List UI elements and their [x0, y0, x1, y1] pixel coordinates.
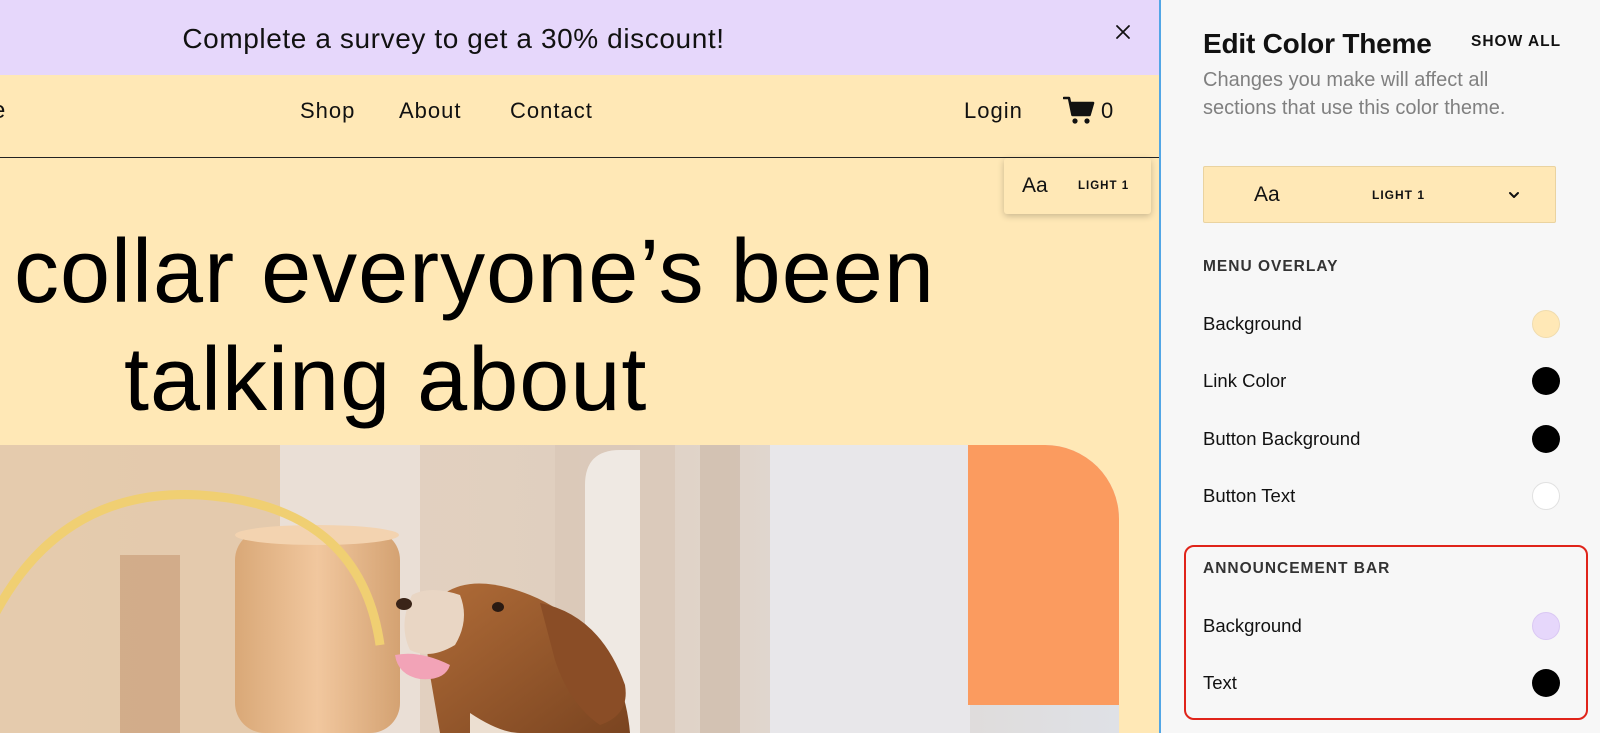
nav-link-shop[interactable]: Shop [300, 75, 355, 158]
nav-link-about[interactable]: About [399, 75, 462, 158]
cart-count: 0 [1101, 98, 1114, 123]
color-row-menu-background[interactable]: Background [1203, 304, 1560, 344]
theme-name: LIGHT 1 [1078, 180, 1130, 192]
panel-description: Changes you make will affect all section… [1203, 69, 1506, 119]
login-link[interactable]: Login [964, 75, 1023, 147]
announcement-text: Complete a survey to get a 30% discount! [182, 23, 725, 54]
color-swatch[interactable] [1532, 669, 1560, 697]
shopping-cart-icon[interactable] [1063, 95, 1095, 125]
color-row-announcement-text[interactable]: Text [1203, 663, 1560, 703]
section-heading-announcement-bar: ANNOUNCEMENT BAR [1203, 560, 1391, 577]
close-icon[interactable] [1111, 20, 1135, 44]
color-swatch[interactable] [1532, 425, 1560, 453]
theme-sample-text: Aa [1022, 174, 1048, 197]
theme-select-dropdown[interactable]: Aa LIGHT 1 [1203, 166, 1556, 223]
color-row-label: Text [1203, 672, 1237, 693]
color-row-label: Link Color [1203, 370, 1287, 391]
announcement-bar[interactable]: Complete a survey to get a 30% discount! [0, 0, 1159, 75]
color-row-button-text[interactable]: Button Text [1203, 476, 1560, 516]
color-row-button-background[interactable]: Button Background [1203, 419, 1560, 459]
panel-title: Edit Color Theme [1203, 28, 1432, 59]
site-header: e Shop About Contact Login 0 [0, 75, 1159, 158]
color-swatch[interactable] [1532, 367, 1560, 395]
color-row-label: Button Text [1203, 485, 1296, 506]
show-all-button[interactable]: SHOW ALL [1471, 33, 1561, 51]
color-swatch[interactable] [1532, 482, 1560, 510]
theme-select-value: LIGHT 1 [1372, 188, 1426, 202]
chevron-down-icon [1509, 192, 1519, 198]
hero-headline-line-1: collar everyone’s been [14, 222, 935, 322]
site-preview: Complete a survey to get a 30% discount!… [0, 0, 1159, 733]
color-swatch[interactable] [1532, 310, 1560, 338]
hero-image [0, 445, 1119, 733]
section-theme-chip[interactable]: Aa LIGHT 1 [1004, 158, 1151, 214]
color-row-label: Background [1203, 313, 1302, 334]
color-row-label: Background [1203, 615, 1302, 636]
color-row-announcement-background[interactable]: Background [1203, 606, 1560, 646]
section-heading-menu-overlay: MENU OVERLAY [1203, 258, 1339, 275]
color-row-link-color[interactable]: Link Color [1203, 361, 1560, 401]
color-swatch[interactable] [1532, 612, 1560, 640]
theme-sample-text: Aa [1254, 183, 1280, 206]
hero-headline-line-2: talking about [124, 330, 648, 430]
nav-link-contact[interactable]: Contact [510, 75, 593, 158]
site-logo[interactable]: e [0, 97, 5, 125]
color-theme-panel: Edit Color Theme SHOW ALL Changes you ma… [1161, 0, 1600, 733]
color-row-label: Button Background [1203, 428, 1361, 449]
